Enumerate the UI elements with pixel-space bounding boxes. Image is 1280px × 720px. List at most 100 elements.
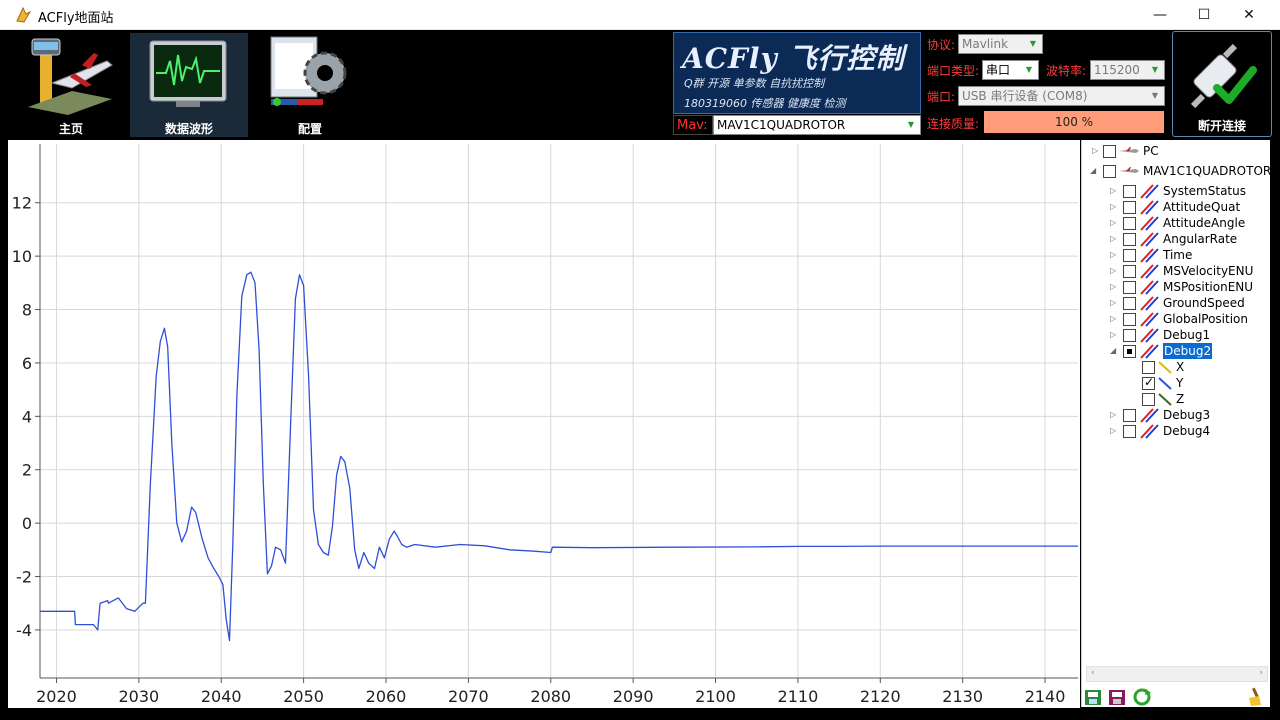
- mav-label: Mav:: [673, 115, 713, 135]
- tree-item-mspositionenu[interactable]: ▷ MSPositionENU: [1082, 279, 1270, 295]
- tree-item-groundspeed[interactable]: ▷ GroundSpeed: [1082, 295, 1270, 311]
- tree-item-debug3[interactable]: ▷ Debug3: [1082, 407, 1270, 423]
- checkbox[interactable]: [1123, 313, 1136, 326]
- waveform-plot[interactable]: 2020 2030 2040 2050 2060 2070 2080 2090 2100 2110…: [8, 140, 1080, 708]
- checkbox[interactable]: [1103, 165, 1116, 178]
- y-tick-label: 2: [22, 461, 32, 480]
- porttype-select[interactable]: 串口 ▼: [982, 60, 1039, 80]
- checkbox[interactable]: [1103, 145, 1116, 158]
- scroll-right-icon[interactable]: ›: [1259, 668, 1263, 678]
- expand-icon[interactable]: ▷: [1110, 183, 1120, 199]
- checkbox[interactable]: ✓: [1142, 375, 1155, 390]
- port-label: 端口:: [927, 90, 956, 104]
- collapse-icon[interactable]: ◢: [1090, 163, 1100, 179]
- scroll-left-icon[interactable]: ‹: [1091, 668, 1095, 678]
- tree-item-angularrate[interactable]: ▷ AngularRate: [1082, 231, 1270, 247]
- porttype-select-value: 串口: [986, 63, 1011, 77]
- collapse-icon[interactable]: ◢: [1110, 343, 1120, 359]
- protocol-select[interactable]: Mavlink ▼: [958, 34, 1043, 54]
- baud-select[interactable]: 115200 ▼: [1090, 60, 1165, 80]
- tree-item-label: X: [1176, 360, 1185, 374]
- checkbox[interactable]: [1123, 265, 1136, 278]
- checkbox[interactable]: [1123, 201, 1136, 214]
- expand-icon[interactable]: ▷: [1110, 295, 1120, 311]
- checkbox[interactable]: [1123, 409, 1136, 422]
- checkbox[interactable]: [1123, 425, 1136, 438]
- x-tick-label: 2020: [36, 687, 77, 706]
- tree-item-globalposition[interactable]: ▷ GlobalPosition: [1082, 311, 1270, 327]
- tree-item-attitudequat[interactable]: ▷ AttitudeQuat: [1082, 199, 1270, 215]
- checkbox[interactable]: [1123, 249, 1136, 262]
- checkbox[interactable]: [1123, 345, 1136, 358]
- tree-item-label: Debug1: [1163, 328, 1211, 342]
- tree-item-attitudeangle[interactable]: ▷ AttitudeAngle: [1082, 215, 1270, 231]
- port-select-value: USB 串行设备 (COM8): [962, 89, 1088, 103]
- checkbox[interactable]: [1123, 297, 1136, 310]
- tree-item-label: Y: [1176, 376, 1184, 390]
- checkbox[interactable]: [1123, 185, 1136, 198]
- tree-item-debug2[interactable]: ◢ Debug2: [1082, 343, 1270, 359]
- tree-item-debug2-z[interactable]: Z: [1082, 391, 1270, 407]
- nav-home-label: 主页: [58, 122, 83, 136]
- nav-waveform-button[interactable]: 数据波形: [130, 33, 248, 137]
- refresh-icon[interactable]: [1132, 687, 1152, 707]
- window-title: ACFly地面站: [38, 11, 114, 26]
- mav-row: Mav: MAV1C1QUADROTOR ▼: [673, 115, 921, 135]
- tree-item-msvelocityenu[interactable]: ▷ MSVelocityENU: [1082, 263, 1270, 279]
- expand-icon[interactable]: ▷: [1092, 143, 1102, 159]
- chevron-down-icon: ▼: [1029, 39, 1037, 48]
- tree-item-label: MSVelocityENU: [1163, 264, 1254, 278]
- checkbox[interactable]: [1142, 393, 1155, 406]
- tree-horizontal-scrollbar[interactable]: ‹ ›: [1086, 666, 1268, 682]
- tree-item-debug2-y[interactable]: ✓ Y: [1082, 375, 1270, 391]
- side-strip: [1270, 140, 1280, 708]
- app-window: ACFly地面站 — ☐ ✕ 主页 数据波形 配置 ACFly 飞行控制 Q群 …: [0, 0, 1280, 720]
- tree-item-label: Debug4: [1163, 424, 1211, 438]
- close-button[interactable]: ✕: [1226, 0, 1272, 30]
- series-group-icon: [1140, 184, 1159, 199]
- nav-config-button[interactable]: 配置: [251, 33, 369, 137]
- tree-item-systemstatus[interactable]: ▷ SystemStatus: [1082, 183, 1270, 199]
- series-group-icon: [1140, 200, 1159, 215]
- checkbox[interactable]: [1123, 233, 1136, 246]
- expand-icon[interactable]: ▷: [1110, 407, 1120, 423]
- clear-broom-icon[interactable]: [1245, 687, 1265, 707]
- y-tick-label: -4: [16, 621, 32, 640]
- expand-icon[interactable]: ▷: [1110, 247, 1120, 263]
- x-tick-label: 2080: [530, 687, 571, 706]
- tree-item-debug4[interactable]: ▷ Debug4: [1082, 423, 1270, 439]
- y-tick-label: 0: [22, 514, 32, 533]
- series-group-icon: [1140, 296, 1159, 311]
- tree-item-label: GroundSpeed: [1163, 296, 1245, 310]
- tree-node-pc[interactable]: ▷ PC: [1082, 143, 1270, 159]
- expand-icon[interactable]: ▷: [1110, 423, 1120, 439]
- x-tick-label: 2030: [118, 687, 159, 706]
- expand-icon[interactable]: ▷: [1110, 279, 1120, 295]
- connection-quality-bar: 100 %: [984, 111, 1164, 133]
- series-line-icon: [1158, 377, 1172, 390]
- expand-icon[interactable]: ▷: [1110, 327, 1120, 343]
- checkbox[interactable]: [1123, 281, 1136, 294]
- tree-node-vehicle[interactable]: ◢ MAV1C1QUADROTOR: [1082, 163, 1270, 179]
- tree-item-debug1[interactable]: ▷ Debug1: [1082, 327, 1270, 343]
- port-select[interactable]: USB 串行设备 (COM8) ▼: [958, 86, 1165, 106]
- minimize-button[interactable]: —: [1137, 0, 1183, 30]
- disconnect-button[interactable]: 断开连接: [1172, 31, 1272, 137]
- mav-select[interactable]: MAV1C1QUADROTOR ▼: [713, 115, 921, 135]
- maximize-button[interactable]: ☐: [1181, 0, 1227, 30]
- expand-icon[interactable]: ▷: [1110, 215, 1120, 231]
- tree-item-time[interactable]: ▷ Time: [1082, 247, 1270, 263]
- expand-icon[interactable]: ▷: [1110, 199, 1120, 215]
- settings-gear-icon: [270, 36, 347, 106]
- checkbox[interactable]: [1123, 217, 1136, 230]
- channel-tree[interactable]: ▷ PC ◢ MAV1C1QUADROTOR ▷ SystemStatus ▷ Att…: [1081, 140, 1270, 707]
- nav-home-button[interactable]: 主页: [12, 33, 130, 137]
- checkbox[interactable]: [1142, 361, 1155, 374]
- expand-icon[interactable]: ▷: [1110, 231, 1120, 247]
- save-icon[interactable]: [1107, 687, 1127, 707]
- export-icon[interactable]: [1083, 687, 1103, 707]
- expand-icon[interactable]: ▷: [1110, 263, 1120, 279]
- expand-icon[interactable]: ▷: [1110, 311, 1120, 327]
- checkbox[interactable]: [1123, 329, 1136, 342]
- tree-item-debug2-x[interactable]: X: [1082, 359, 1270, 375]
